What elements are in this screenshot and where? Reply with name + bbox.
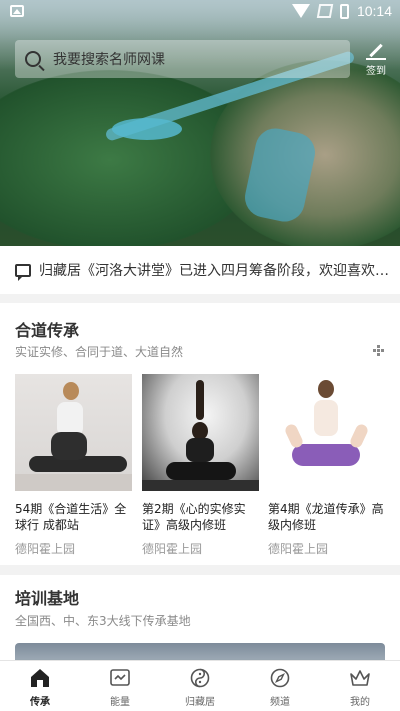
course-card[interactable]: 54期《合道生活》全球行 成都站 德阳霍上园 xyxy=(15,374,132,557)
search-placeholder: 我要搜索名师网课 xyxy=(53,52,165,68)
search-icon xyxy=(25,51,41,67)
search-bar[interactable]: 我要搜索名师网课 xyxy=(15,40,350,78)
course-title: 54期《合道生活》全球行 成都站 xyxy=(15,502,127,532)
tab-label: 传承 xyxy=(30,697,50,708)
signin-label: 签到 xyxy=(366,66,386,77)
notice-text: 归藏居《河洛大讲堂》已进入四月筹备阶段，欢迎喜欢… xyxy=(39,263,389,279)
message-icon xyxy=(15,263,31,281)
course-thumbnail xyxy=(268,374,385,491)
course-location: 德阳霍上园 xyxy=(142,542,203,556)
course-card[interactable]: 第2期《心的实修实证》高级内修班 德阳霍上园 xyxy=(142,374,259,557)
home-icon xyxy=(31,669,49,687)
course-location: 德阳霍上园 xyxy=(268,542,329,556)
course-title: 第2期《心的实修实证》高级内修班 xyxy=(142,502,246,532)
bottom-tab-bar: 传承 能量 归藏居 频道 我的 xyxy=(0,660,400,711)
course-card-list: 54期《合道生活》全球行 成都站 德阳霍上园 第2期《心的实修实证》高级内修班 … xyxy=(15,374,400,564)
compass-icon xyxy=(270,668,290,688)
tab-label: 我的 xyxy=(350,697,370,708)
no-signal-icon xyxy=(316,4,334,18)
image-notification-icon xyxy=(10,5,24,17)
tab-energy[interactable]: 能量 xyxy=(80,661,160,711)
section-title: 培训基地 xyxy=(15,589,80,608)
wifi-icon xyxy=(291,4,310,18)
hero-banner-image[interactable] xyxy=(0,0,400,246)
battery-icon xyxy=(339,3,349,19)
course-title: 第4期《龙道传承》高级内修班 xyxy=(268,502,384,532)
tab-label: 能量 xyxy=(110,697,130,708)
section-subtitle: 全国西、中、东3大线下传承基地 xyxy=(15,614,191,628)
course-location: 德阳霍上园 xyxy=(15,542,76,556)
tab-guicangju[interactable]: 归藏居 xyxy=(160,661,240,711)
tab-label: 频道 xyxy=(270,697,290,708)
taichi-icon xyxy=(190,668,210,688)
pen-icon xyxy=(366,40,386,60)
section-lineage: 合道传承 实证实修、合同于道、大道自然 54期《合道生活》全球行 成都站 德阳霍… xyxy=(0,303,400,565)
move-icon[interactable] xyxy=(373,345,384,356)
tab-mine[interactable]: 我的 xyxy=(320,661,400,711)
crown-icon xyxy=(350,670,370,686)
status-bar: 10:14 xyxy=(0,0,400,24)
section-title: 合道传承 xyxy=(15,321,80,340)
notice-bar[interactable]: 归藏居《河洛大讲堂》已进入四月筹备阶段，欢迎喜欢… xyxy=(0,246,400,294)
energy-icon xyxy=(110,669,130,686)
section-training-base: 培训基地 全国西、中、东3大线下传承基地 xyxy=(0,575,400,683)
app-screen: 10:14 我要搜索名师网课 签到 归藏居《河洛大讲堂》已进入四月筹备阶段，欢迎… xyxy=(0,0,400,711)
section-subtitle: 实证实修、合同于道、大道自然 xyxy=(15,345,184,359)
tab-label: 归藏居 xyxy=(185,697,215,708)
course-thumbnail xyxy=(142,374,259,491)
tab-channel[interactable]: 频道 xyxy=(240,661,320,711)
signin-button[interactable]: 签到 xyxy=(360,40,392,80)
course-card[interactable]: 第4期《龙道传承》高级内修班 德阳霍上园 xyxy=(268,374,385,557)
course-thumbnail xyxy=(15,374,132,491)
tab-lineage[interactable]: 传承 xyxy=(0,661,80,711)
status-time: 10:14 xyxy=(356,3,392,19)
